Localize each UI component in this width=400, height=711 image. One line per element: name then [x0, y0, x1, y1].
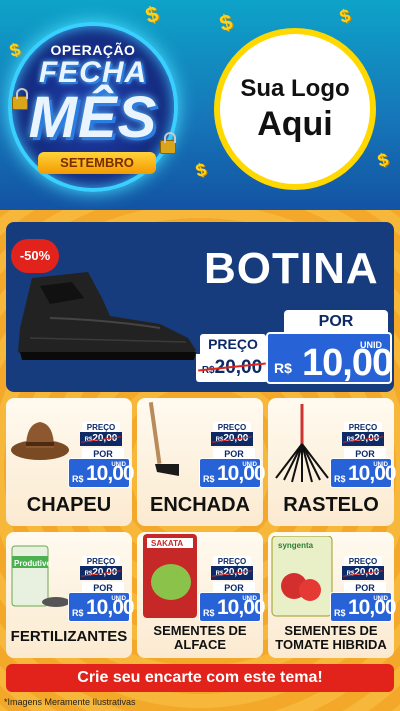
product-name: FERTILIZANTES	[10, 628, 128, 645]
mini-currency: R$	[334, 608, 346, 618]
mini-price-value: 10,00	[86, 596, 135, 619]
product-name: RASTELO	[283, 494, 379, 516]
boot-image	[18, 272, 196, 360]
header-banner: $ $ $ $ $ $ OPERAÇÃO FECHA MÊS SETEMBRO …	[0, 0, 400, 210]
logo-line1: Sua Logo	[240, 74, 350, 102]
hero-title: BOTINA	[204, 244, 379, 293]
tomato-seeds-image: syngenta	[271, 536, 333, 617]
mini-price-value: 10,00	[348, 596, 397, 619]
lettuce-brand: SAKATA	[151, 539, 183, 548]
hero-new-price: R$ 10,00 UNID	[266, 332, 393, 384]
mini-currency: R$	[203, 608, 215, 618]
lettuce-seeds-image: SAKATA	[143, 534, 197, 618]
cta-button[interactable]: Crie seu encarte com este tema!	[6, 664, 394, 692]
lock-icon	[160, 132, 176, 154]
logo-placeholder[interactable]: Sua Logo Aqui	[214, 28, 376, 190]
campaign-month: SETEMBRO	[38, 152, 156, 174]
mini-new-price: R$ 10,00 UNID	[68, 592, 135, 622]
mini-unit: UNID	[111, 596, 126, 602]
campaign-badge: OPERAÇÃO FECHA MÊS SETEMBRO	[8, 22, 178, 192]
tomato-brand: syngenta	[278, 541, 314, 550]
hero-currency: R$	[274, 360, 292, 376]
dollar-icon: $	[216, 8, 236, 37]
mini-price-value: 10,00	[217, 462, 266, 485]
mini-unit: UNID	[111, 462, 126, 468]
product-name: CHAPEU	[26, 494, 112, 516]
mini-new-price: R$ 10,00 UNID	[330, 458, 397, 488]
lock-icon	[12, 88, 28, 110]
mini-currency: R$	[72, 608, 84, 618]
mini-unit: UNID	[373, 462, 388, 468]
mini-new-price: R$ 10,00 UNID	[199, 592, 266, 622]
product-name: SEMENTES DE ALFACE	[153, 623, 247, 652]
dollar-icon: $	[375, 149, 391, 171]
fertilizer-brand: Produtive	[14, 559, 51, 568]
hero-unit: UNID	[360, 340, 382, 350]
dollar-icon: $	[142, 0, 162, 29]
hero-por-label: POR	[284, 310, 388, 334]
logo-line2: Aqui	[257, 104, 333, 143]
mini-new-price: R$ 10,00 UNID	[330, 592, 397, 622]
dollar-icon: $	[337, 5, 353, 27]
mini-new-price: R$ 10,00 UNID	[68, 458, 135, 488]
mini-unit: UNID	[373, 596, 388, 602]
mini-unit: UNID	[242, 462, 257, 468]
hero-price-label: PREÇO	[200, 334, 266, 354]
mini-currency: R$	[72, 474, 84, 484]
mini-unit: UNID	[242, 596, 257, 602]
product-name: SEMENTES DE TOMATE HIBRIDA	[275, 623, 387, 652]
dollar-icon: $	[193, 159, 209, 181]
rake-image	[275, 404, 329, 483]
mini-price-value: 10,00	[217, 596, 266, 619]
mini-price-value: 10,00	[86, 462, 135, 485]
mini-currency: R$	[203, 474, 215, 484]
mini-currency: R$	[334, 474, 346, 484]
product-name: ENCHADA	[150, 494, 250, 516]
footnote: *Imagens Meramente Ilustrativas	[4, 697, 136, 707]
campaign-line2: MÊS	[28, 85, 158, 150]
hat-image	[11, 422, 69, 460]
hoe-image	[148, 402, 179, 476]
mini-new-price: R$ 10,00 UNID	[199, 458, 266, 488]
mini-price-value: 10,00	[348, 462, 397, 485]
fertilizer-image: Produtive	[11, 545, 70, 607]
